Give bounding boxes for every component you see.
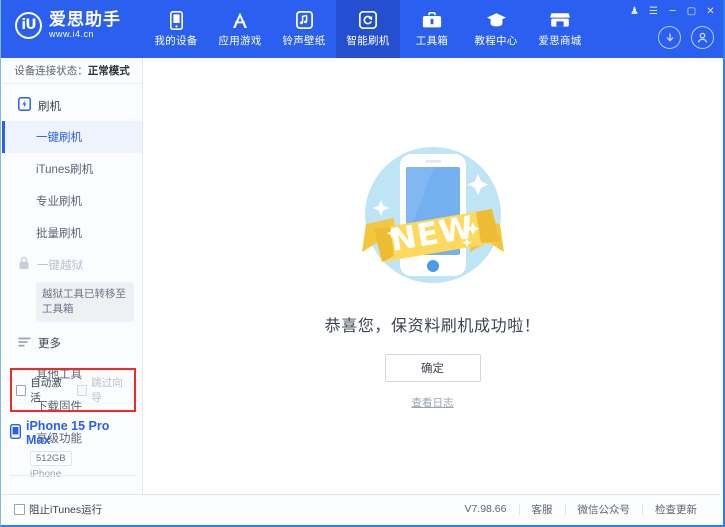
status-bar-links: V7.98.66 客服 微信公众号 检查更新	[452, 502, 709, 517]
nav-tab-store[interactable]: 爱思商城	[528, 0, 592, 58]
lock-icon	[18, 256, 30, 273]
nav-tab-ringtones-wallpaper[interactable]: 铃声壁纸	[272, 0, 336, 58]
check-update-link[interactable]: 检查更新	[643, 502, 709, 517]
list-icon	[18, 336, 31, 351]
device-title: iPhone 15 Pro Max	[9, 419, 136, 447]
minimize-icon[interactable]: ─	[663, 4, 682, 19]
main-content: NEW 恭喜您，保资料刷机成功啦！ 确定 查看日志	[144, 58, 721, 494]
maximize-icon[interactable]: ▢	[682, 4, 701, 19]
view-log-link[interactable]: 查看日志	[412, 395, 454, 410]
sidebar-item-label: 批量刷机	[36, 228, 82, 240]
account-area	[658, 26, 714, 49]
app-header: iU 爱思助手 www.i4.cn 我的设备 应用游戏 铃声壁纸 智能刷机 工具…	[1, 0, 723, 58]
sidebar-item-one-key-flash[interactable]: 一键刷机	[2, 121, 142, 153]
block-itunes-label: 阻止iTunes运行	[29, 503, 103, 516]
status-bar: 阻止iTunes运行 V7.98.66 客服 微信公众号 检查更新	[2, 494, 721, 523]
sidebar-group-jailbreak: 一键越狱	[2, 249, 142, 280]
nav-tab-tutorials[interactable]: 教程中心	[464, 0, 528, 58]
nav-tab-smart-flash[interactable]: 智能刷机	[336, 0, 400, 58]
checkbox-box	[77, 384, 88, 396]
skin-icon[interactable]: ♟	[625, 4, 644, 19]
nav-tab-label: 应用游戏	[218, 35, 262, 47]
wechat-link[interactable]: 微信公众号	[566, 502, 643, 517]
download-icon[interactable]	[658, 26, 681, 49]
appstore-icon	[230, 10, 250, 30]
new-phone-badge-illustration: NEW	[348, 130, 518, 300]
app-logo: iU 爱思助手 www.i4.cn	[15, 11, 121, 39]
menu-icon[interactable]: ☰	[644, 4, 663, 19]
sidebar: 设备连接状态：正常模式 刷机 一键刷机 iTunes刷机 专业刷机 批量刷机	[2, 58, 143, 494]
flash-phone-icon	[18, 97, 31, 114]
device-name: iPhone 15 Pro Max	[26, 419, 110, 447]
device-capacity-badge: 512GB	[30, 451, 72, 466]
logo-mark-icon: iU	[15, 11, 42, 39]
logo-name: 爱思助手	[49, 10, 121, 29]
connection-status-value: 正常模式	[87, 65, 130, 77]
nav-tab-apps-games[interactable]: 应用游戏	[208, 0, 272, 58]
block-itunes-checkbox[interactable]: 阻止iTunes运行	[14, 502, 102, 517]
user-avatar-icon[interactable]	[691, 26, 714, 49]
skip-wizard-checkbox: 跳过向导	[77, 375, 130, 405]
sidebar-group-label: 更多	[38, 338, 61, 351]
sidebar-item-itunes-flash[interactable]: iTunes刷机	[2, 153, 142, 185]
app-window: iU 爱思助手 www.i4.cn 我的设备 应用游戏 铃声壁纸 智能刷机 工具…	[0, 0, 725, 527]
sidebar-divider	[10, 475, 136, 476]
checkbox-box	[16, 384, 27, 396]
jailbreak-moved-tip: 越狱工具已转移至工具箱	[36, 282, 134, 323]
phone-icon	[9, 423, 22, 442]
auto-activate-checkbox[interactable]: 自动激活	[16, 375, 69, 405]
graduation-cap-icon	[486, 10, 507, 30]
music-icon	[295, 10, 313, 30]
close-icon[interactable]: ✕	[701, 4, 720, 19]
nav-tab-label: 教程中心	[474, 35, 518, 47]
logo-url: www.i4.cn	[49, 28, 95, 39]
nav-tab-label: 铃声壁纸	[282, 35, 326, 47]
connection-status: 设备连接状态： 正常模式	[2, 58, 142, 84]
shop-icon	[549, 10, 571, 30]
sidebar-group-label: 刷机	[38, 100, 61, 113]
sidebar-item-pro-flash[interactable]: 专业刷机	[2, 185, 142, 217]
nav-tab-label: 爱思商城	[538, 35, 582, 47]
flash-options-highlight: 自动激活 跳过向导	[10, 368, 136, 412]
app-version: V7.98.66	[464, 503, 507, 515]
confirm-button[interactable]: 确定	[384, 354, 481, 382]
sidebar-group-flash: 刷机	[2, 90, 142, 121]
refresh-icon	[359, 10, 377, 30]
nav-tab-my-device[interactable]: 我的设备	[144, 0, 208, 58]
flash-result-message: 恭喜您，保资料刷机成功啦！	[324, 318, 541, 335]
device-panel[interactable]: iPhone 15 Pro Max 512GB iPhone	[9, 416, 136, 480]
sidebar-item-batch-flash[interactable]: 批量刷机	[2, 217, 142, 249]
toolbox-icon	[422, 10, 442, 30]
main-nav: 我的设备 应用游戏 铃声壁纸 智能刷机 工具箱 教程中心 爱思商城	[144, 0, 592, 58]
sidebar-group-more: 更多	[2, 328, 142, 358]
connection-status-label: 设备连接状态：	[14, 65, 88, 77]
sidebar-item-label: 专业刷机	[36, 196, 82, 208]
nav-tab-label: 我的设备	[154, 35, 198, 47]
skip-wizard-label: 跳过向导	[91, 377, 123, 404]
sidebar-item-label: 一键刷机	[36, 132, 82, 144]
customer-service-link[interactable]: 客服	[520, 502, 565, 517]
phone-icon	[169, 10, 183, 30]
nav-tab-toolbox[interactable]: 工具箱	[400, 0, 464, 58]
window-controls: ♟ ☰ ─ ▢ ✕	[625, 4, 720, 19]
nav-tab-label: 智能刷机	[346, 35, 390, 47]
checkbox-box	[14, 503, 25, 515]
nav-tab-label: 工具箱	[415, 35, 449, 47]
sidebar-group-label: 一键越狱	[37, 259, 83, 272]
auto-activate-label: 自动激活	[30, 377, 62, 404]
sidebar-item-label: iTunes刷机	[36, 164, 94, 176]
